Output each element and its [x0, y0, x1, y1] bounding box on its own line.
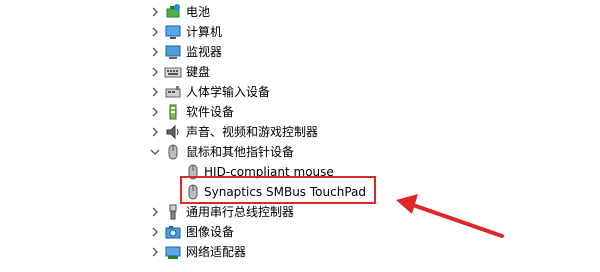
chevron-right-icon[interactable]: [148, 82, 162, 102]
chevron-right-icon[interactable]: [148, 62, 162, 82]
tree-item-label: 键盘: [186, 65, 211, 79]
computer-icon: [164, 23, 182, 41]
tree-item-label: 网络适配器: [186, 245, 247, 259]
usb-icon: [164, 203, 182, 221]
camera-icon: [164, 223, 182, 241]
chevron-right-icon[interactable]: [148, 42, 162, 62]
chevron-down-icon[interactable]: [148, 142, 162, 162]
tree-item-label: 人体学输入设备: [186, 85, 271, 99]
tree-item-label: 声音、视频和游戏控制器: [186, 125, 319, 139]
tree-item-label: 软件设备: [186, 105, 235, 119]
highlight-box: [180, 176, 376, 204]
tree-item-label: 计算机: [186, 25, 223, 39]
mouse-icon: [164, 143, 182, 161]
tree-item-label: 图像设备: [186, 225, 235, 239]
chevron-right-icon[interactable]: [148, 102, 162, 122]
chevron-right-icon[interactable]: [148, 202, 162, 222]
chevron-right-icon[interactable]: [148, 122, 162, 142]
network-adapter-icon: [164, 243, 182, 261]
tree-item-label: 鼠标和其他指针设备: [186, 145, 295, 159]
tree-item-label: 监视器: [186, 45, 223, 59]
hid-icon: [164, 83, 182, 101]
battery-icon: [164, 3, 182, 21]
monitor-icon: [164, 43, 182, 61]
chevron-right-icon[interactable]: [148, 22, 162, 42]
chevron-right-icon[interactable]: [148, 2, 162, 22]
software-device-icon: [164, 103, 182, 121]
tree-item-label: 通用串行总线控制器: [186, 205, 295, 219]
chevron-right-icon[interactable]: [148, 242, 162, 262]
keyboard-icon: [164, 63, 182, 81]
annotation-arrow-icon: [396, 194, 504, 238]
tree-item-label: 电池: [186, 5, 211, 19]
chevron-right-icon[interactable]: [148, 222, 162, 242]
speaker-icon: [164, 123, 182, 141]
